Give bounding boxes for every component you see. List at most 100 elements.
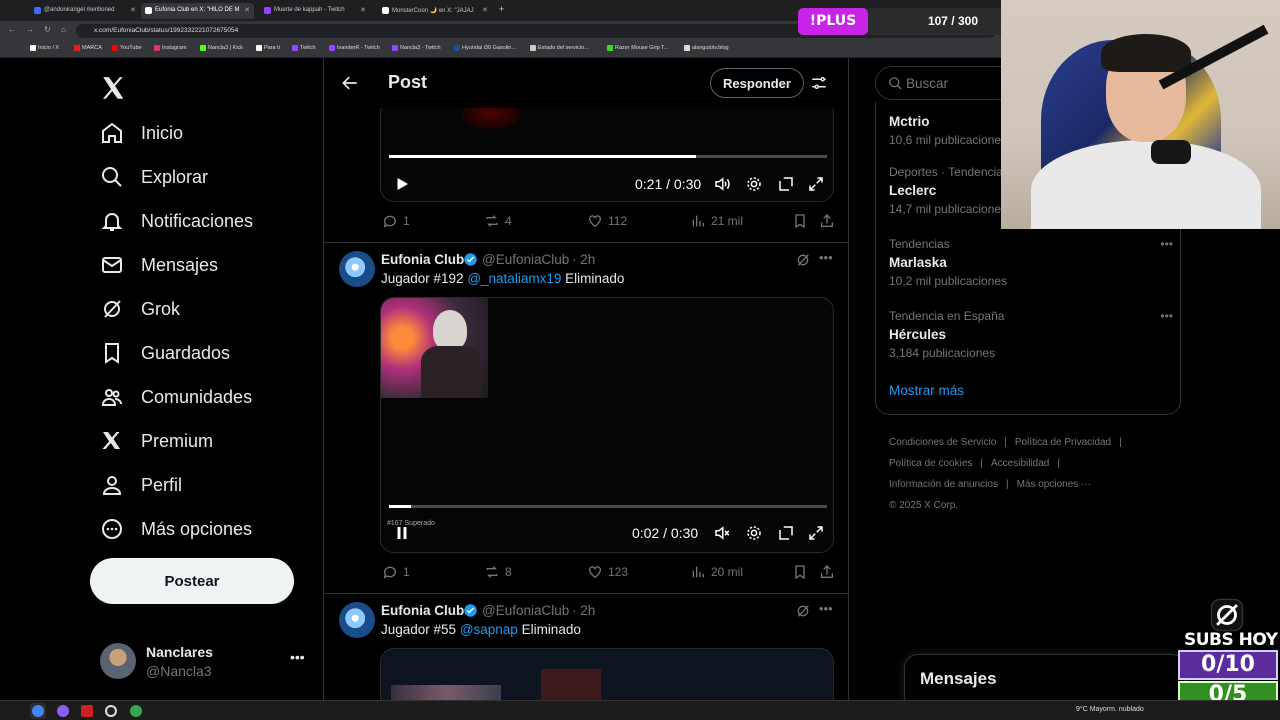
obs-icon[interactable] (105, 705, 117, 717)
app-icon[interactable] (57, 705, 69, 717)
bookmark-item[interactable]: Twitch (292, 45, 316, 51)
share-icon[interactable] (819, 564, 835, 580)
video-player[interactable]: 0:21 / 0:30 (380, 98, 834, 202)
bookmark-item[interactable]: Nancla3 - Twitch (392, 45, 441, 51)
like-action[interactable]: 123 (587, 564, 628, 580)
footer-link-more[interactable]: Más opciones ··· (1017, 479, 1091, 490)
weather-widget[interactable]: 9°C Mayorm. nublado (1076, 706, 1144, 713)
show-more-link[interactable]: Mostrar más (889, 383, 964, 398)
reload-icon[interactable]: ↻ (44, 25, 51, 34)
bookmark-item[interactable]: IvanderR - Twitch (329, 45, 380, 51)
avatar[interactable] (339, 602, 375, 638)
chrome-icon[interactable] (130, 705, 142, 717)
author-name[interactable]: Eufonia Club (381, 603, 464, 618)
bookmark-item[interactable]: Hyundai i30 Gasolin... (454, 45, 516, 51)
video-progress-bar[interactable] (389, 155, 827, 158)
close-icon[interactable]: ✕ (244, 6, 250, 14)
trend-item[interactable]: Tendencias Marlaska 10,2 mil publicacion… (889, 237, 1179, 288)
more-dots-icon[interactable]: ••• (1160, 309, 1173, 323)
gear-icon[interactable] (745, 524, 763, 542)
post-button[interactable]: Postear (90, 558, 294, 604)
bookmark-item[interactable]: Estado del servicio... (530, 45, 589, 51)
author-name[interactable]: Eufonia Club (381, 252, 464, 267)
bookmark-item[interactable]: Nancla3 | Kick (200, 45, 243, 51)
pip-icon[interactable] (777, 175, 795, 193)
chrome-icon[interactable] (32, 705, 44, 717)
author-handle[interactable]: @EufoniaClub (482, 252, 569, 267)
video-progress-bar[interactable] (389, 505, 827, 508)
grok-icon[interactable] (795, 252, 811, 268)
author-handle[interactable]: @EufoniaClub (482, 603, 569, 618)
repost-action[interactable]: 8 (484, 564, 512, 580)
filter-settings-icon[interactable] (810, 74, 828, 92)
share-icon[interactable] (819, 213, 835, 229)
footer-link-ads[interactable]: Información de anuncios (889, 479, 998, 490)
reply-button[interactable]: Responder (710, 68, 804, 98)
like-action[interactable]: 112 (587, 213, 627, 229)
bookmark-icon[interactable] (792, 213, 808, 229)
nav-item-premium[interactable]: Premium (100, 426, 213, 456)
bookmark-item[interactable]: YouTube (112, 45, 142, 51)
trend-item[interactable]: Tendencia en España Hércules 3,184 publi… (889, 309, 1179, 360)
reply-action[interactable]: 1 (382, 564, 410, 580)
nav-item-mas-opciones[interactable]: Más opciones (100, 514, 252, 544)
bookmark-icon[interactable] (792, 564, 808, 580)
back-arrow-icon[interactable] (340, 73, 360, 93)
bookmark-item[interactable]: Para ti (256, 45, 280, 51)
nav-item-explorar[interactable]: Explorar (100, 162, 208, 192)
bookmark-item[interactable]: Inicio / X (30, 45, 59, 51)
mute-icon[interactable] (713, 524, 731, 542)
bookmark-item[interactable]: MARCA (74, 45, 102, 51)
mention-link[interactable]: @sapnap (460, 622, 518, 637)
fullscreen-icon[interactable] (807, 524, 825, 542)
browser-tab-1[interactable]: @andonirangel mentioned ✕ (30, 3, 140, 19)
more-dots-icon[interactable]: ••• (819, 250, 833, 265)
browser-tab-3[interactable]: Muerte de kappah - Twitch ✕ (260, 3, 370, 19)
play-icon[interactable] (393, 175, 411, 193)
volume-icon[interactable] (713, 175, 731, 193)
close-icon[interactable]: ✕ (130, 6, 136, 14)
avatar[interactable] (339, 251, 375, 287)
bookmark-item[interactable]: Instagram (154, 45, 186, 51)
nav-item-comunidades[interactable]: Comunidades (100, 382, 252, 412)
bookmark-item[interactable]: alanguiotv.blog (684, 45, 729, 51)
home-nav-icon[interactable]: ⌂ (61, 25, 66, 34)
footer-link-privacy[interactable]: Política de Privacidad (1015, 437, 1111, 448)
repost-action[interactable]: 4 (484, 213, 512, 229)
close-icon[interactable]: ✕ (360, 6, 366, 14)
pause-icon[interactable] (393, 524, 411, 542)
new-tab-icon[interactable]: + (499, 4, 504, 14)
views-action[interactable]: 21 mil (690, 213, 743, 229)
messages-drawer[interactable]: Mensajes (904, 654, 1186, 702)
pip-icon[interactable] (777, 524, 795, 542)
x-logo-icon[interactable] (100, 75, 126, 101)
account-switcher[interactable]: Nanclares @Nancla3 ••• (100, 643, 310, 683)
footer-link-terms[interactable]: Condiciones de Servicio (889, 437, 996, 448)
close-icon[interactable]: ✕ (482, 6, 488, 14)
views-action[interactable]: 20 mil (690, 564, 743, 580)
more-dots-icon[interactable]: ••• (1160, 237, 1173, 251)
browser-tab-4[interactable]: MonsterCoon 🌙 en X: "JAJAJ ✕ (378, 3, 492, 19)
fullscreen-icon[interactable] (807, 175, 825, 193)
forward-nav-icon[interactable]: → (26, 25, 34, 34)
more-dots-icon[interactable]: ••• (819, 601, 833, 616)
footer-link-cookies[interactable]: Política de cookies (889, 458, 972, 469)
nav-item-perfil[interactable]: Perfil (100, 470, 182, 500)
nav-item-notificaciones[interactable]: Notificaciones (100, 206, 253, 236)
nav-item-guardados[interactable]: Guardados (100, 338, 230, 368)
tweet-time[interactable]: · 2h (572, 603, 595, 618)
tweet-time[interactable]: · 2h (572, 252, 595, 267)
back-nav-icon[interactable]: ← (8, 25, 16, 34)
footer-link-accessibility[interactable]: Accesibilidad (991, 458, 1049, 469)
video-player[interactable]: #167 Superado 0:02 / 0:30 (380, 297, 834, 553)
grok-icon[interactable] (795, 603, 811, 619)
reply-action[interactable]: 1 (382, 213, 410, 229)
mention-link[interactable]: @_nataliamx19 (467, 271, 561, 286)
nav-item-grok[interactable]: Grok (100, 294, 180, 324)
bookmark-item[interactable]: Razer Mouse Grip T... (607, 45, 668, 51)
app-icon[interactable] (81, 705, 93, 717)
nav-item-mensajes[interactable]: Mensajes (100, 250, 218, 280)
gear-icon[interactable] (745, 175, 763, 193)
more-dots-icon[interactable]: ••• (290, 649, 305, 665)
nav-item-inicio[interactable]: Inicio (100, 118, 183, 148)
